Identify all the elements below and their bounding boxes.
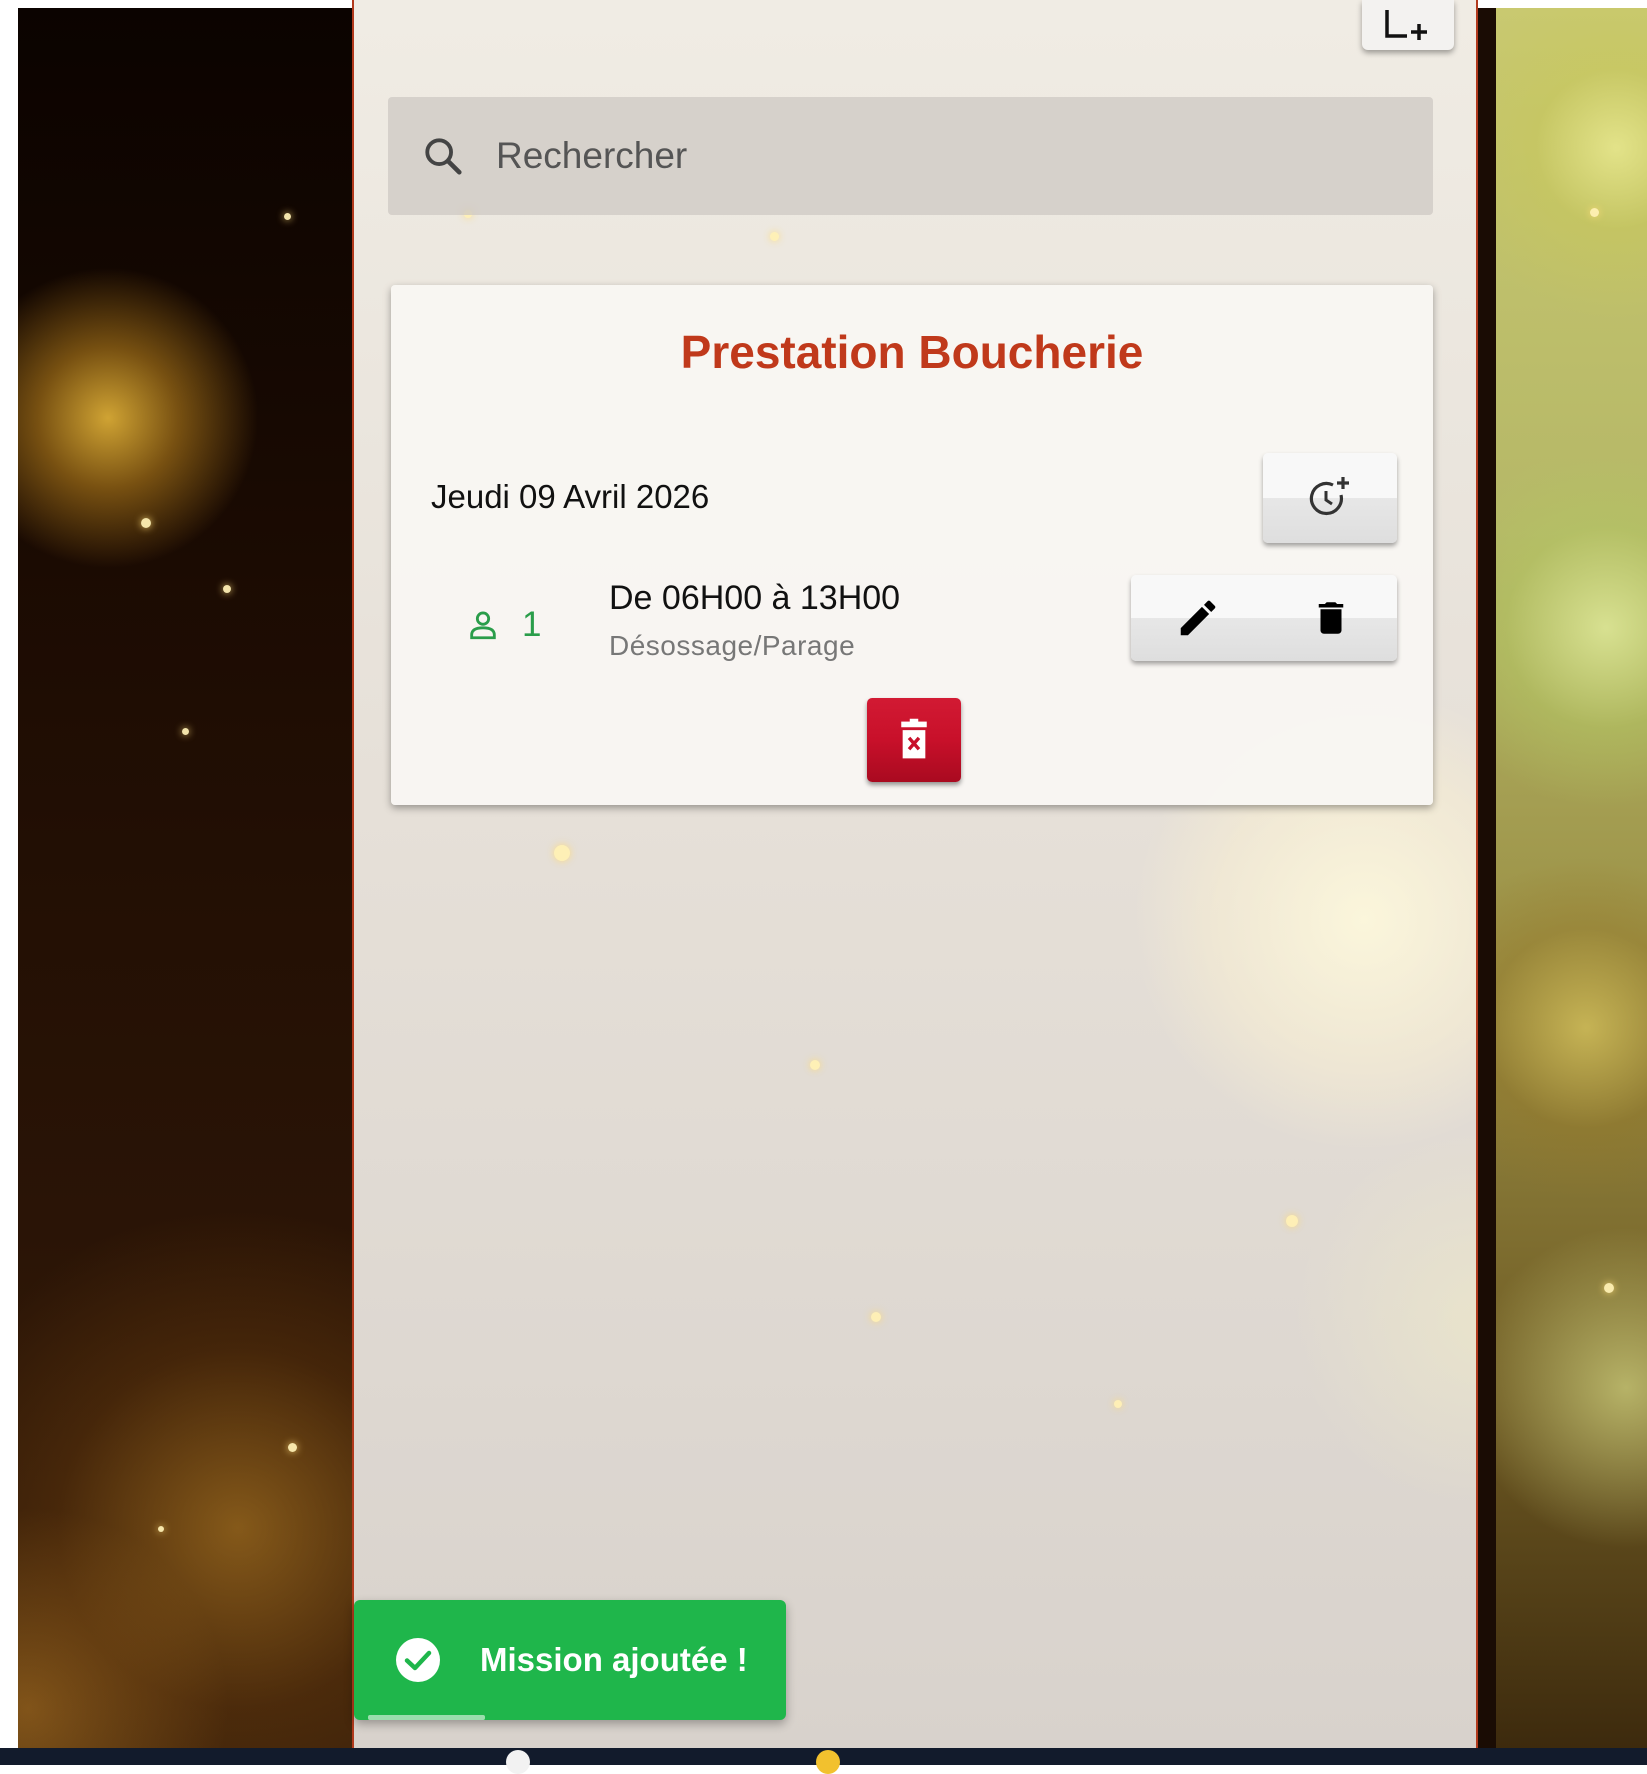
search-bar[interactable]: [388, 97, 1433, 215]
search-input[interactable]: [496, 135, 1396, 177]
taskbar-app-icon[interactable]: [506, 1750, 530, 1774]
toast-message: Mission ajoutée !: [480, 1641, 748, 1679]
mission-task: Désossage/Parage: [609, 630, 855, 662]
add-time-slot-button[interactable]: [1263, 453, 1397, 543]
search-icon: [420, 133, 466, 179]
add-frame-icon: [1381, 10, 1435, 44]
mission-actions: [1131, 575, 1397, 661]
bokeh-dot: [158, 1526, 164, 1532]
trash-icon: [1310, 594, 1352, 642]
bokeh-dot: [554, 845, 570, 861]
bokeh-dot: [1604, 1283, 1614, 1293]
delete-slot-button[interactable]: [1264, 575, 1397, 661]
trash-x-icon: [897, 718, 931, 762]
main-panel: [352, 0, 1478, 1765]
edit-mission-button[interactable]: [1131, 575, 1264, 661]
bokeh-dot: [1590, 208, 1599, 217]
mission-time-range: De 06H00 à 13H00: [609, 579, 900, 618]
bokeh-dot: [1114, 1400, 1122, 1408]
mission-card: Prestation Boucherie Jeudi 09 Avril 2026…: [391, 285, 1433, 805]
person-icon: [466, 607, 500, 643]
add-frame-button[interactable]: [1362, 0, 1454, 50]
pencil-icon: [1175, 595, 1221, 641]
background-left: [18, 8, 370, 1748]
bokeh-dot: [871, 1312, 881, 1322]
delete-mission-button[interactable]: [867, 698, 961, 782]
staff-count-value: 1: [522, 605, 541, 645]
bokeh-dot: [182, 728, 189, 735]
mission-date: Jeudi 09 Avril 2026: [431, 478, 709, 516]
card-title: Prestation Boucherie: [391, 325, 1433, 379]
toast-progress-bar: [368, 1715, 485, 1720]
bokeh-dot: [810, 1060, 820, 1070]
bokeh-dot: [770, 232, 779, 241]
taskbar-app-icon[interactable]: [816, 1750, 840, 1774]
check-circle-icon: [394, 1636, 442, 1684]
clock-plus-icon: [1303, 473, 1357, 523]
toast-notification[interactable]: Mission ajoutée !: [354, 1600, 786, 1720]
bokeh-dot: [288, 1443, 297, 1452]
bokeh-dot: [1286, 1215, 1298, 1227]
bokeh-dot: [141, 518, 151, 528]
taskbar: [0, 1748, 1647, 1765]
bokeh-dot: [223, 585, 231, 593]
bokeh-dot: [284, 213, 291, 220]
background-right: [1496, 8, 1647, 1748]
staff-count: 1: [466, 605, 541, 645]
